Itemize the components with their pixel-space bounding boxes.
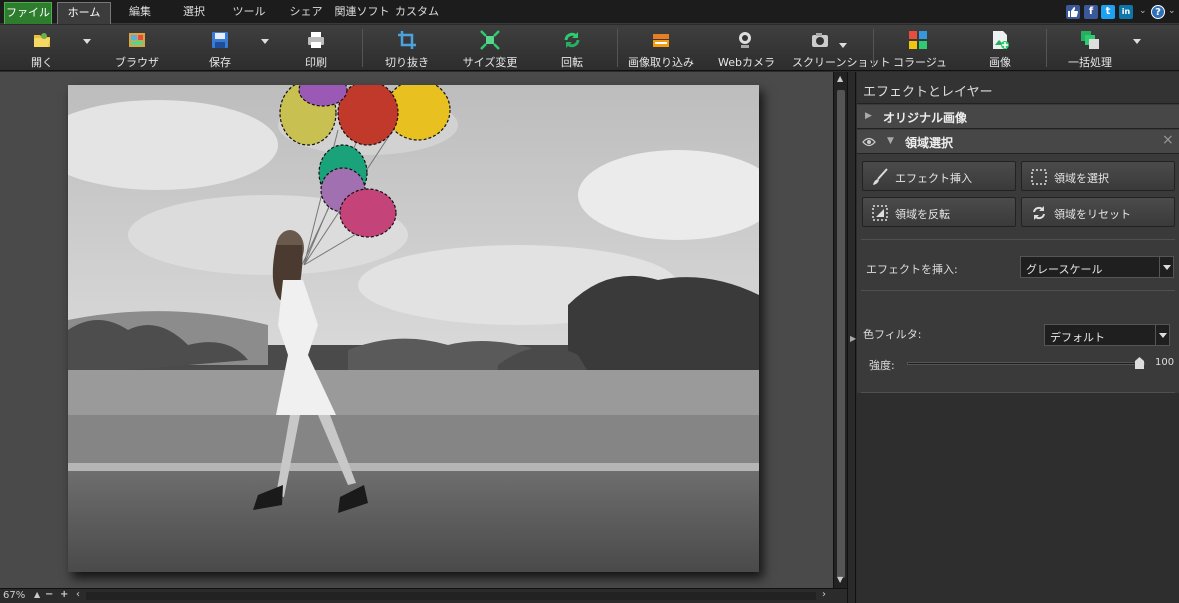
crop-icon — [398, 31, 416, 49]
scroll-left-icon[interactable]: ‹ — [76, 589, 80, 600]
crop-button[interactable]: 切り抜き — [382, 27, 432, 69]
open-dropdown-icon[interactable] — [83, 39, 91, 44]
brush-icon — [873, 168, 888, 185]
color-filter-select[interactable]: デフォルト — [1044, 324, 1170, 346]
layer-label: 領域選択 — [905, 136, 954, 150]
effects-panel: エフェクトとレイヤー ▶ オリジナル画像 ▼ 領域選択 × エフェクト挿入 領域… — [857, 72, 1179, 603]
panel-splitter[interactable]: ▶ — [847, 72, 856, 603]
chevron-down-icon[interactable] — [1159, 257, 1173, 277]
open-button[interactable]: 開く — [22, 27, 62, 69]
tab-home[interactable]: ホーム — [57, 2, 111, 24]
browse-button[interactable]: ブラウザ — [114, 27, 160, 69]
panel-header: エフェクトとレイヤー — [857, 72, 1179, 104]
toolbar-separator — [617, 29, 618, 67]
reset-region-button[interactable]: 領域をリセット — [1021, 197, 1175, 227]
panel-title: エフェクトとレイヤー — [863, 85, 993, 100]
screenshot-button[interactable]: スクリーンショット — [792, 27, 890, 69]
strength-value: 100 — [1155, 357, 1175, 368]
layer-row[interactable]: ▼ 領域選択 × — [857, 130, 1179, 154]
image-canvas[interactable] — [0, 72, 833, 588]
linkedin-icon[interactable]: in — [1119, 5, 1133, 19]
scroll-down-icon[interactable]: ▼ — [837, 575, 843, 584]
toolbar-separator — [362, 29, 363, 67]
invert-region-button[interactable]: 領域を反転 — [862, 197, 1016, 227]
zoom-in-button[interactable]: + — [60, 589, 68, 600]
help-icon[interactable]: ? — [1151, 5, 1165, 19]
batch-process-button[interactable]: 一括処理 — [1064, 27, 1116, 69]
edited-photo[interactable] — [68, 85, 759, 572]
scroll-thumb[interactable] — [837, 90, 845, 578]
resize-icon — [480, 30, 500, 50]
slider-thumb[interactable] — [1135, 357, 1144, 369]
floppy-disk-icon — [212, 32, 228, 48]
collage-icon — [909, 31, 927, 49]
expand-icon[interactable]: ▶ — [865, 111, 872, 121]
camera-icon — [812, 33, 828, 47]
zoom-level: 67% — [3, 590, 26, 601]
toolbar-separator — [1046, 29, 1047, 67]
printer-icon — [308, 32, 324, 48]
strength-slider[interactable] — [907, 357, 1145, 369]
tab-file[interactable]: ファイル — [4, 2, 52, 24]
original-image-row[interactable]: ▶ オリジナル画像 — [857, 105, 1179, 129]
scroll-up-icon[interactable]: ▲ — [837, 74, 843, 83]
original-image-label: オリジナル画像 — [883, 111, 968, 125]
tab-custom[interactable]: カスタム — [394, 2, 440, 24]
marquee-icon — [1031, 169, 1047, 185]
image-file-icon — [993, 31, 1009, 49]
vertical-scrollbar[interactable]: ▲ ▼ — [833, 72, 847, 588]
status-bar: 67% ▲ − + ‹ › — [0, 588, 847, 603]
splitter-arrow-icon[interactable]: ▶ — [850, 334, 856, 343]
scroll-right-icon[interactable]: › — [822, 589, 826, 600]
effect-label: エフェクトを挿入: — [866, 263, 958, 276]
select-region-button[interactable]: 領域を選択 — [1021, 161, 1175, 191]
divider — [861, 239, 1175, 240]
insert-effect-button[interactable]: エフェクト挿入 — [862, 161, 1016, 191]
rotate-icon — [564, 32, 580, 48]
tab-tools[interactable]: ツール — [226, 2, 272, 24]
tab-edit[interactable]: 編集 — [120, 2, 160, 24]
like-icon[interactable] — [1066, 5, 1080, 19]
folder-icon — [34, 33, 50, 47]
tab-share[interactable]: シェア — [286, 2, 326, 24]
screenshot-dropdown-icon[interactable] — [839, 43, 847, 48]
save-button[interactable]: 保存 — [200, 27, 240, 69]
collage-button[interactable]: コラージュ — [893, 27, 947, 69]
menu-bar: ファイル ホーム 編集 選択 ツール シェア 関連ソフト カスタム f t in… — [0, 0, 1179, 24]
webcam-button[interactable]: Webカメラ — [718, 27, 775, 69]
panel-empty-area — [857, 393, 1179, 603]
eye-icon[interactable] — [862, 137, 876, 147]
color-filter-label: 色フィルタ: — [863, 328, 922, 341]
toolbar: 開く ブラウザ 保存 印刷 切り抜き サイズ変更 回転 画像取り込み Webカメ… — [0, 25, 1179, 71]
twitter-icon[interactable]: t — [1101, 5, 1115, 19]
image-button[interactable]: 画像 — [980, 27, 1020, 69]
invert-selection-icon — [872, 205, 888, 221]
print-button[interactable]: 印刷 — [296, 27, 336, 69]
chevron-down-icon[interactable] — [1155, 325, 1169, 345]
import-image-button[interactable]: 画像取り込み — [628, 27, 694, 69]
divider — [861, 290, 1175, 291]
resize-button[interactable]: サイズ変更 — [460, 27, 520, 69]
reset-icon — [1033, 206, 1045, 220]
save-dropdown-icon[interactable] — [261, 39, 269, 44]
batch-dropdown-icon[interactable] — [1133, 39, 1141, 44]
help-dropdown-icon[interactable]: ⌄ — [1168, 6, 1176, 16]
effect-select[interactable]: グレースケール — [1020, 256, 1174, 278]
social-dropdown-icon[interactable]: ⌄ — [1139, 6, 1147, 16]
tab-related-software[interactable]: 関連ソフト — [334, 2, 390, 24]
facebook-icon[interactable]: f — [1084, 5, 1098, 19]
close-icon[interactable]: × — [1162, 132, 1174, 148]
rotate-button[interactable]: 回転 — [552, 27, 592, 69]
tab-select[interactable]: 選択 — [174, 2, 214, 24]
batch-icon — [1081, 31, 1099, 49]
webcam-icon — [739, 32, 751, 48]
strength-label: 強度: — [869, 359, 895, 372]
toolbar-separator — [873, 29, 874, 67]
browser-icon — [129, 33, 145, 47]
horizontal-scrollbar[interactable] — [86, 592, 816, 600]
zoom-up-icon[interactable]: ▲ — [34, 590, 40, 599]
collapse-icon[interactable]: ▼ — [887, 136, 894, 146]
scanner-icon — [653, 34, 669, 47]
zoom-out-button[interactable]: − — [45, 589, 53, 600]
